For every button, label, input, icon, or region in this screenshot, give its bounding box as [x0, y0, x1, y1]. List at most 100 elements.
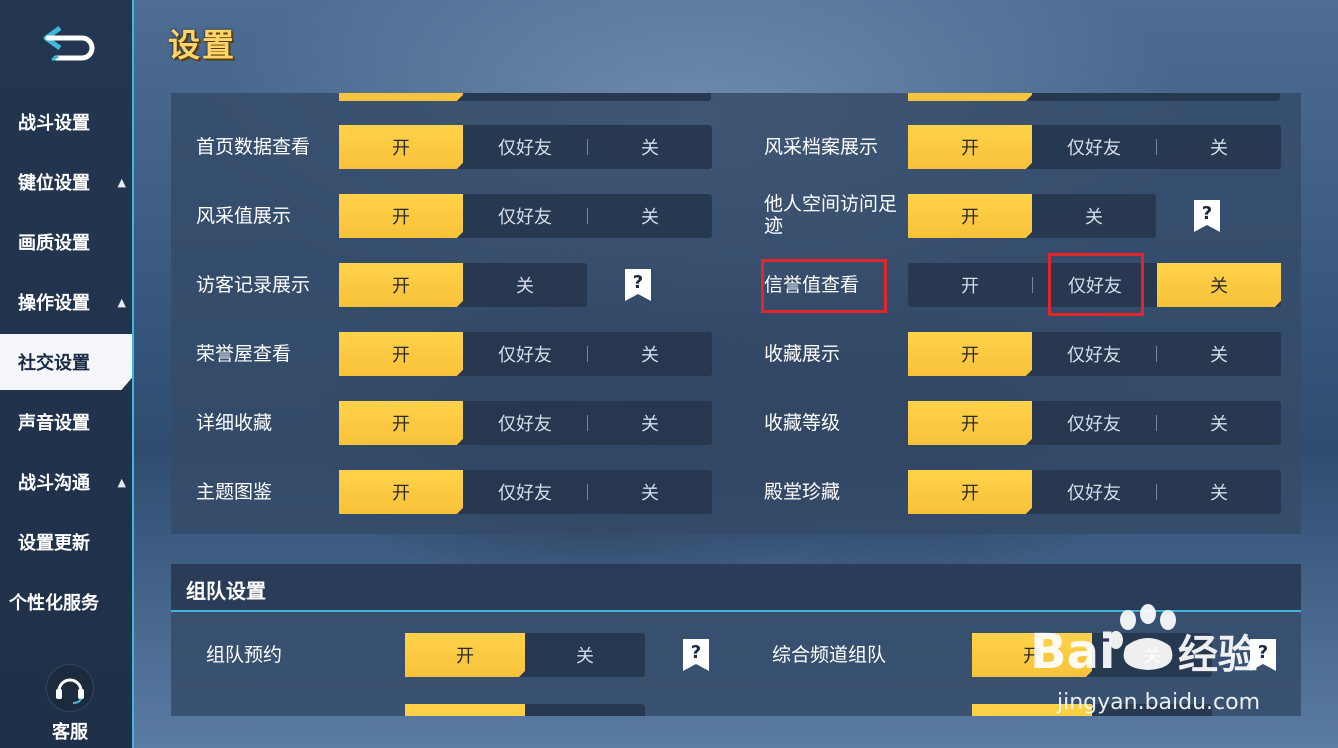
toggle-partial: [405, 704, 645, 716]
toggle-option[interactable]: 仅好友: [463, 125, 587, 169]
toggle-option[interactable]: 仅好友: [463, 470, 587, 514]
help-icon[interactable]: ?: [681, 637, 711, 673]
toggle-option[interactable]: 仅好友: [1033, 263, 1157, 307]
toggle-option[interactable]: 仅好友: [1032, 125, 1156, 169]
caret-up-icon: ▲: [117, 475, 126, 489]
sidebar-item-sound[interactable]: 声音设置: [0, 394, 132, 450]
help-icon[interactable]: ?: [1192, 198, 1222, 234]
toggle-option[interactable]: 开: [972, 633, 1092, 677]
toggle-group: 开仅好友关: [339, 401, 712, 445]
toggle-option[interactable]: 关: [588, 470, 712, 514]
setting-label: 收藏展示: [764, 343, 841, 365]
sidebar-item-graphics[interactable]: 画质设置: [0, 214, 132, 270]
setting-label: 综合频道组队: [772, 644, 887, 666]
setting-label: 收藏等级: [764, 412, 841, 434]
setting-label: 首页数据查看: [196, 136, 311, 158]
svg-text:?: ?: [1258, 642, 1268, 663]
sidebar-item-label: 键位设置: [18, 173, 90, 194]
toggle-option[interactable]: 关: [588, 332, 712, 376]
toggle-option[interactable]: 关: [1032, 194, 1156, 238]
toggle-option[interactable]: 关: [463, 263, 587, 307]
toggle-group: 开仅好友关: [908, 332, 1281, 376]
sidebar-item-controls[interactable]: 操作设置 ▲: [0, 274, 132, 330]
toggle-group: 开仅好友关: [908, 263, 1281, 307]
toggle-group: 开仅好友关: [908, 125, 1281, 169]
sidebar-item-label: 战斗设置: [18, 113, 90, 134]
toggle-option[interactable]: 关: [588, 401, 712, 445]
setting-label: 荣誉屋查看: [196, 343, 292, 365]
toggle-option[interactable]: 开: [908, 194, 1032, 238]
toggle-option[interactable]: 关: [1157, 401, 1281, 445]
toggle-option[interactable]: 关: [1157, 125, 1281, 169]
sidebar-item-keys[interactable]: 键位设置 ▲: [0, 154, 132, 210]
team-settings-title: 组队设置: [186, 579, 266, 603]
toggle-option[interactable]: 开: [908, 401, 1032, 445]
toggle-option[interactable]: 关: [1157, 263, 1281, 307]
sidebar: 战斗设置 键位设置 ▲ 画质设置 操作设置 ▲ 社交设置 声音设置 战斗沟通 ▲…: [0, 0, 134, 748]
sidebar-item-label: 设置更新: [18, 533, 90, 554]
social-settings-panel: 首页数据查看开仅好友关风采值展示开仅好友关访客记录展示开关? 荣誉屋查看开仅好友关…: [171, 93, 1301, 534]
setting-label: 风采值展示: [196, 205, 292, 227]
toggle-option[interactable]: 开: [339, 332, 463, 376]
sidebar-item-personalization[interactable]: 个性化服务: [0, 574, 132, 630]
svg-text:?: ?: [633, 272, 643, 293]
toggle-option[interactable]: 开: [908, 332, 1032, 376]
toggle-partial: [339, 93, 711, 101]
toggle-option[interactable]: 仅好友: [463, 194, 587, 238]
headset-icon: [46, 664, 94, 712]
sidebar-item-label: 声音设置: [18, 413, 90, 434]
sidebar-item-label: 个性化服务: [9, 593, 99, 614]
toggle-option[interactable]: 关: [1157, 470, 1281, 514]
toggle-option[interactable]: 关: [525, 633, 645, 677]
toggle-option[interactable]: 开: [908, 125, 1032, 169]
toggle-group: 开关: [908, 194, 1156, 238]
toggle-option[interactable]: 开: [405, 633, 525, 677]
back-arrow-icon[interactable]: [38, 20, 100, 64]
caret-up-icon: ▲: [117, 175, 126, 189]
customer-service-button[interactable]: 客服: [36, 664, 104, 743]
setting-label: 访客记录展示: [196, 274, 311, 296]
toggle-option[interactable]: 关: [1092, 633, 1212, 677]
toggle-option[interactable]: 仅好友: [463, 401, 587, 445]
toggle-group: 开仅好友关: [908, 401, 1281, 445]
setting-label: 他人空间访问足迹: [764, 193, 898, 237]
toggle-option[interactable]: 开: [339, 401, 463, 445]
toggle-group: 开仅好友关: [339, 194, 712, 238]
toggle-group: 开关: [972, 633, 1212, 677]
toggle-group: 开仅好友关: [339, 470, 712, 514]
sidebar-item-social[interactable]: 社交设置: [0, 334, 132, 390]
toggle-option[interactable]: 仅好友: [463, 332, 587, 376]
help-icon[interactable]: ?: [623, 267, 653, 303]
toggle-option[interactable]: 开: [339, 125, 463, 169]
toggle-option[interactable]: 开: [339, 194, 463, 238]
toggle-option[interactable]: 关: [588, 194, 712, 238]
customer-service-label: 客服: [52, 722, 88, 743]
setting-label: 组队预约: [206, 644, 283, 666]
caret-up-icon: ▲: [117, 295, 126, 309]
toggle-partial: [908, 93, 1280, 101]
sidebar-item-combat[interactable]: 战斗设置: [0, 94, 132, 150]
toggle-option[interactable]: 仅好友: [1032, 332, 1156, 376]
setting-label: 信誉值查看: [764, 274, 860, 296]
toggle-group: 开关: [405, 633, 645, 677]
svg-text:?: ?: [1202, 203, 1212, 224]
toggle-group: 开仅好友关: [908, 470, 1281, 514]
sidebar-item-label: 操作设置: [18, 293, 90, 314]
toggle-group: 开关: [339, 263, 587, 307]
setting-label: 详细收藏: [196, 412, 273, 434]
toggle-option[interactable]: 仅好友: [1032, 401, 1156, 445]
toggle-option[interactable]: 开: [908, 263, 1032, 307]
setting-label: 风采档案展示: [764, 136, 879, 158]
sidebar-item-combat-comm[interactable]: 战斗沟通 ▲: [0, 454, 132, 510]
sidebar-item-updates[interactable]: 设置更新: [0, 514, 132, 570]
help-icon[interactable]: ?: [1248, 637, 1278, 673]
page-title: 设置: [168, 26, 237, 64]
toggle-group: 开仅好友关: [339, 332, 712, 376]
toggle-option[interactable]: 开: [908, 470, 1032, 514]
toggle-option[interactable]: 开: [339, 470, 463, 514]
toggle-option[interactable]: 关: [1157, 332, 1281, 376]
toggle-group: 开仅好友关: [339, 125, 712, 169]
toggle-option[interactable]: 仅好友: [1032, 470, 1156, 514]
toggle-option[interactable]: 开: [339, 263, 463, 307]
toggle-option[interactable]: 关: [588, 125, 712, 169]
